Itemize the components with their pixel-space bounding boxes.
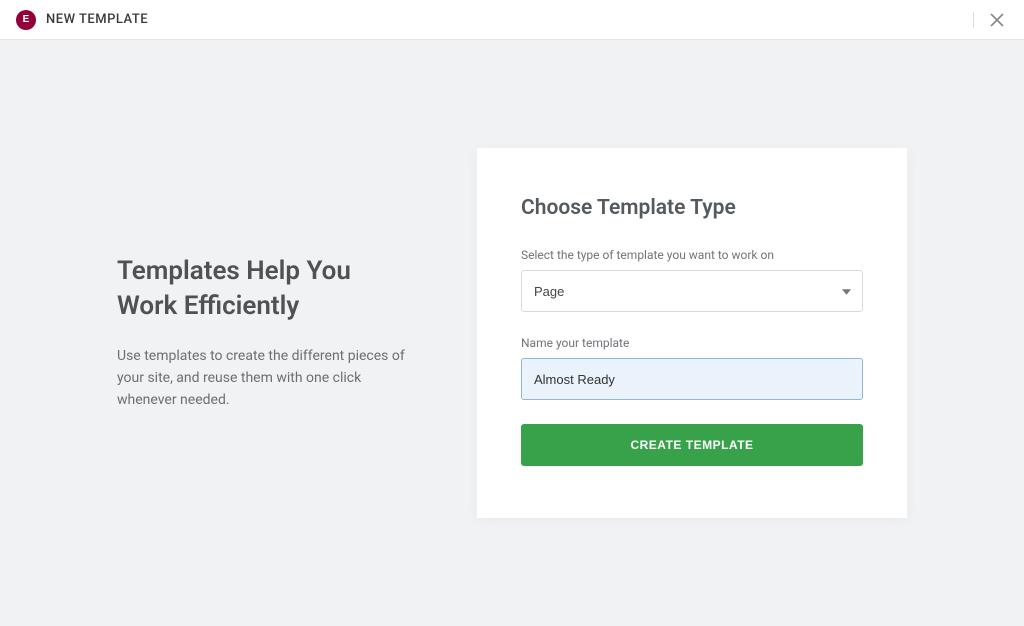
create-template-button[interactable]: Create Template: [521, 424, 863, 466]
modal-title: New Template: [46, 12, 148, 27]
template-form-card: Choose Template Type Select the type of …: [477, 148, 907, 518]
template-name-label: Name your template: [521, 336, 863, 350]
modal-header: E New Template: [0, 0, 1024, 40]
template-name-input[interactable]: [521, 358, 863, 400]
intro-column: Templates Help You Work Efficiently Use …: [117, 254, 417, 411]
intro-heading: Templates Help You Work Efficiently: [117, 254, 417, 324]
template-type-select[interactable]: Page: [521, 270, 863, 312]
template-type-select-wrap: Page: [521, 270, 863, 312]
header-right: [973, 9, 1008, 31]
logo-letter: E: [23, 14, 30, 25]
template-type-value: Page: [534, 284, 564, 299]
elementor-logo-icon: E: [16, 10, 36, 30]
intro-subtext: Use templates to create the different pi…: [117, 345, 417, 412]
template-type-label: Select the type of template you want to …: [521, 248, 863, 262]
modal-body: Templates Help You Work Efficiently Use …: [0, 40, 1024, 626]
close-icon: [990, 13, 1004, 27]
header-left: E New Template: [16, 10, 148, 30]
close-button[interactable]: [986, 9, 1008, 31]
header-divider: [973, 12, 974, 28]
form-heading: Choose Template Type: [521, 196, 863, 220]
